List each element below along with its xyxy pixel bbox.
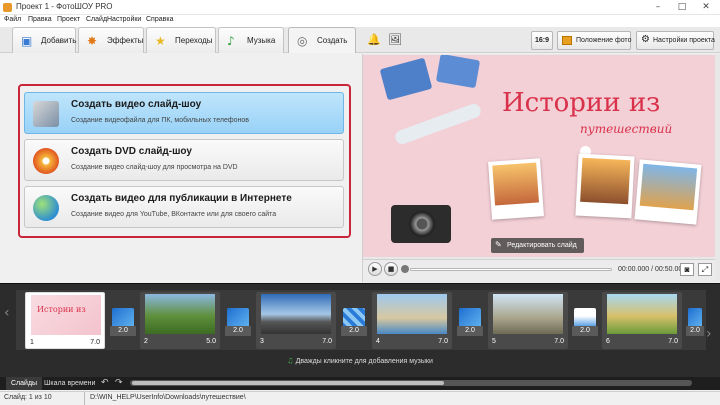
photo-position-button[interactable]: Положение фото	[557, 31, 631, 50]
transition-thumbnail[interactable]	[112, 308, 134, 328]
slide-thumbnail[interactable]: Истории из 1 7.0	[25, 292, 105, 349]
scroll-right-icon[interactable]: ›	[706, 326, 712, 342]
music-track-hint[interactable]: ♫ Дважды кликните для добавления музыки	[0, 357, 720, 371]
create-video-slideshow-option[interactable]: Создать видео слайд-шоу Создание видеофа…	[24, 92, 344, 134]
time-display: 00:00.000 / 00:50.000	[618, 266, 687, 273]
transition-thumbnail[interactable]	[459, 308, 481, 328]
slide-thumbnail[interactable]: 3 7.0	[256, 292, 336, 349]
bell-icon[interactable]: 🔔	[367, 33, 381, 47]
status-bar: Слайд: 1 из 10 D:\WIN_HELP\UserInfo\Down…	[0, 391, 720, 405]
app-logo-icon	[3, 3, 12, 12]
menu-project[interactable]: Проект	[57, 16, 80, 23]
dvd-disc-icon	[33, 148, 59, 174]
beach-chair-image	[435, 55, 481, 89]
scroll-left-icon[interactable]: ‹	[4, 305, 10, 321]
tab-timeline[interactable]: Шкала времени	[44, 377, 95, 390]
effects-icon: ✸	[87, 34, 98, 48]
menu-bar: Файл Правка Проект Слайд Настройки Справ…	[0, 15, 720, 27]
camera-image	[391, 205, 451, 243]
tab-create[interactable]: ◎ Создать	[288, 27, 356, 53]
add-folder-icon: ▣	[21, 34, 33, 48]
play-icon[interactable]: ▶	[368, 262, 382, 276]
tab-music[interactable]: ♪ Музыка	[218, 27, 284, 53]
slide-thumbnail[interactable]: 2 5.0	[140, 292, 220, 349]
film-reel-icon: ◎	[297, 34, 308, 48]
transition-duration: 2.0	[457, 326, 483, 336]
star-icon: ★	[155, 34, 166, 48]
transition-duration: 2.0	[110, 326, 136, 336]
airplane-image	[393, 102, 483, 146]
gear-icon: ⚙	[641, 34, 650, 45]
tab-add[interactable]: ▣ Добавить	[12, 27, 76, 53]
window-title: Проект 1 - ФотоШОУ PRO	[16, 2, 113, 11]
music-note-icon: ♫	[287, 357, 296, 365]
snapshot-icon[interactable]: ◙	[680, 263, 694, 276]
photo-thumbnail	[634, 159, 702, 225]
transition-thumbnail[interactable]	[574, 308, 596, 328]
slide-thumbnail[interactable]: 6 7.0	[602, 292, 682, 349]
tab-effects[interactable]: ✸ Эффекты	[78, 27, 144, 53]
pencil-icon: ✎	[495, 240, 502, 249]
maximize-icon[interactable]: □	[670, 0, 694, 15]
project-path: D:\WIN_HELP\UserInfo\Downloads\путешеств…	[90, 394, 246, 401]
redo-icon[interactable]: ↷	[115, 378, 123, 388]
minimize-icon[interactable]: –	[646, 0, 670, 15]
create-dvd-slideshow-option[interactable]: Создать DVD слайд-шоу Создание видео сла…	[24, 139, 344, 181]
transition-duration: 2.0	[341, 326, 367, 336]
menu-slide[interactable]: Слайд	[86, 16, 107, 23]
music-note-icon: ♪	[227, 34, 235, 48]
transition-thumbnail[interactable]	[343, 308, 365, 328]
image-icon[interactable]: 🖼	[388, 33, 402, 47]
transition-thumbnail[interactable]	[227, 308, 249, 328]
transition-duration: 2.0	[686, 326, 704, 336]
edit-slide-button[interactable]: ✎ Редактировать слайд	[491, 238, 584, 253]
seek-handle[interactable]	[401, 265, 409, 273]
seek-slider[interactable]	[410, 268, 612, 271]
preview-subtitle: путешествий	[580, 122, 673, 136]
slide-thumbnail[interactable]: 4 7.0	[372, 292, 452, 349]
slide-counter: Слайд: 1 из 10	[4, 394, 52, 401]
title-bar: Проект 1 - ФотоШОУ PRO – □ ✕	[0, 0, 720, 15]
menu-file[interactable]: Файл	[4, 16, 21, 23]
undo-icon[interactable]: ↶	[101, 378, 109, 388]
stop-icon[interactable]: ■	[384, 262, 398, 276]
status-divider	[84, 392, 85, 405]
transition-thumbnail[interactable]	[688, 308, 702, 328]
transition-duration: 2.0	[572, 326, 598, 336]
fullscreen-icon[interactable]: ⤢	[698, 263, 712, 276]
slide-thumbnail[interactable]: 5 7.0	[488, 292, 568, 349]
photo-thumbnail	[488, 158, 544, 220]
aspect-ratio-button[interactable]: 16:9	[531, 31, 553, 50]
photo-thumbnail	[575, 153, 635, 219]
scrollbar-thumb[interactable]	[132, 381, 444, 385]
create-web-video-option[interactable]: Создать видео для публикации в Интернете…	[24, 186, 344, 228]
monitor-icon	[33, 101, 59, 127]
globe-icon	[33, 195, 59, 221]
slide-preview	[363, 55, 715, 257]
close-icon[interactable]: ✕	[694, 0, 718, 15]
photo-frame-icon	[562, 36, 572, 45]
tab-slides[interactable]: Слайды	[6, 377, 43, 390]
menu-edit[interactable]: Правка	[28, 16, 52, 23]
project-settings-button[interactable]: ⚙ Настройки проекта	[636, 31, 715, 50]
tab-transitions[interactable]: ★ Переходы	[146, 27, 216, 53]
menu-settings[interactable]: Настройки	[107, 16, 141, 23]
menu-help[interactable]: Справка	[146, 16, 173, 23]
preview-title: Истории из	[502, 88, 661, 118]
beach-chair-image	[379, 57, 433, 101]
transition-duration: 2.0	[225, 326, 251, 336]
